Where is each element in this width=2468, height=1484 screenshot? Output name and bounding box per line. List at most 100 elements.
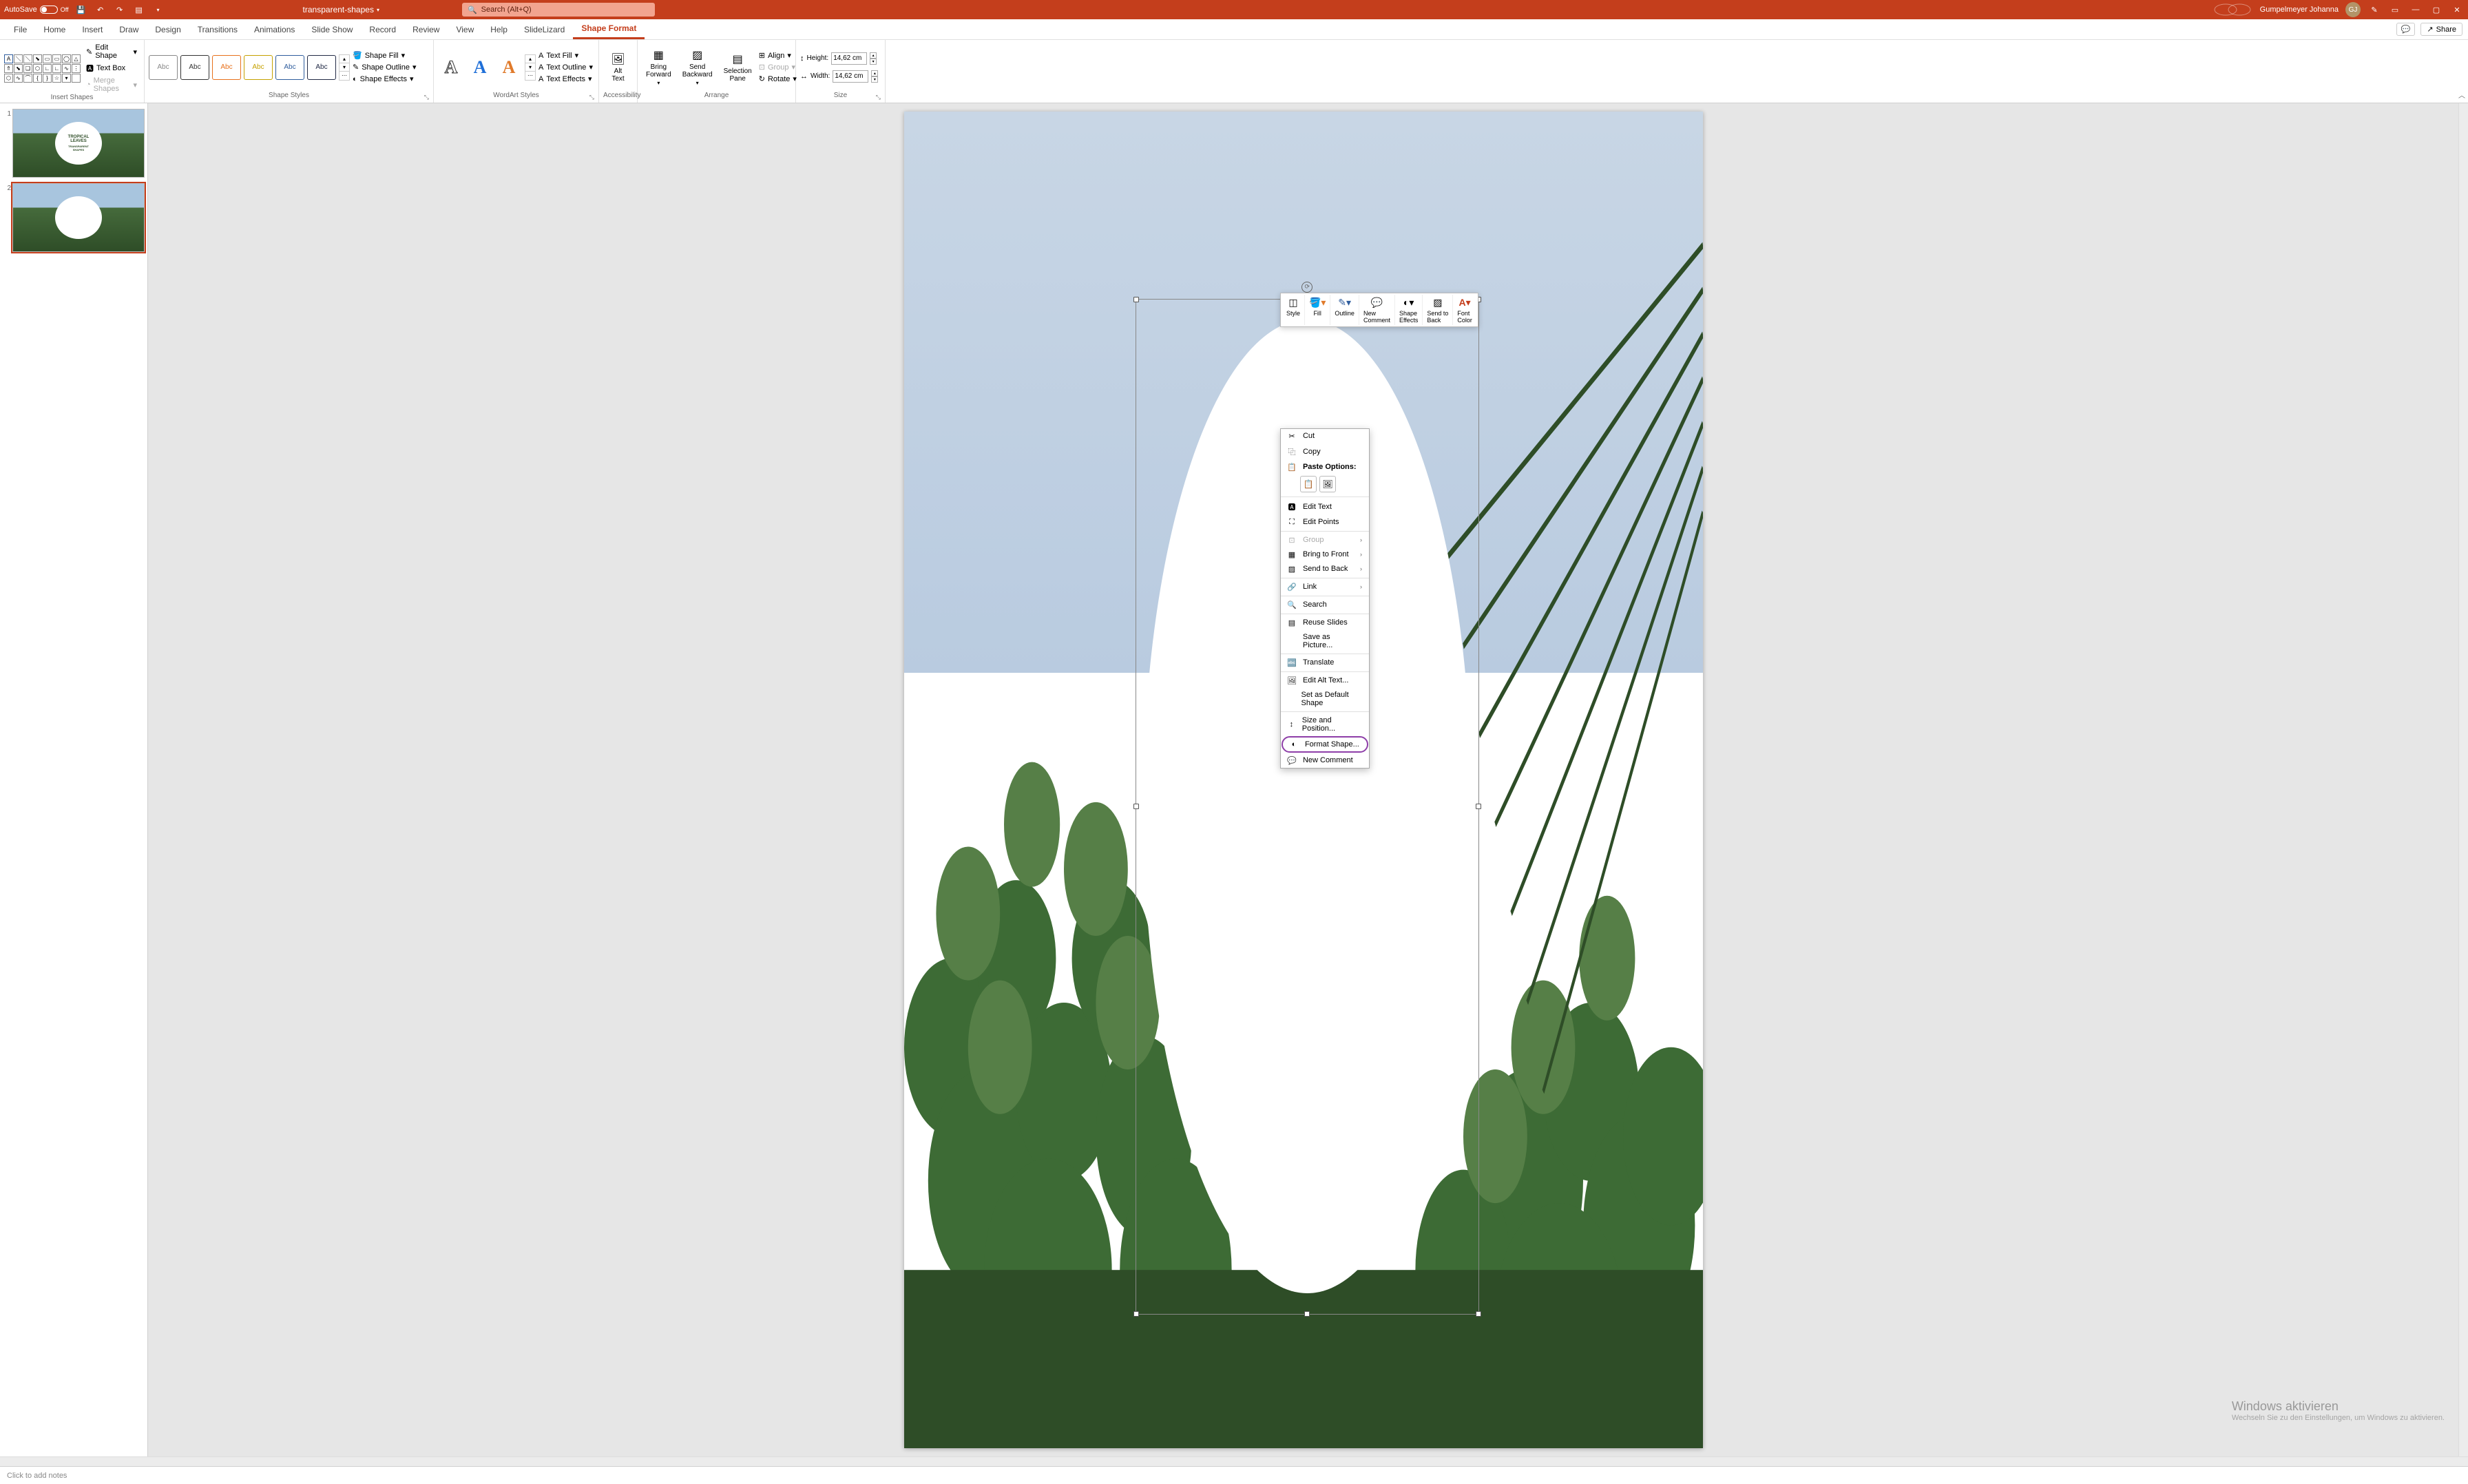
notes-pane[interactable]: Click to add notes [0,1466,2468,1484]
mini-fill-button[interactable]: 🪣▾Fill [1305,295,1330,325]
merge-shapes-button[interactable]: ◔ Merge Shapes ▾ [83,76,140,94]
ribbon-display-icon[interactable]: ▭ [2388,3,2402,17]
ctx-search[interactable]: 🔍Search [1281,598,1369,612]
ctx-format-shape[interactable]: ◐Format Shape... [1282,736,1368,753]
redo-icon[interactable]: ↷ [113,3,127,17]
save-icon[interactable]: 💾 [74,3,88,17]
style-swatch[interactable]: Abc [149,55,178,80]
tab-review[interactable]: Review [404,19,448,39]
shape-gallery[interactable]: A＼＼⬊▭▭◯△ ⇑⬊❏⬡∟∟∿⋮ ⬡∿⌒{}☆▾ [4,54,81,83]
tab-draw[interactable]: Draw [111,19,147,39]
rotate-button[interactable]: ↻ Rotate ▾ [759,74,797,83]
resize-handle[interactable] [1476,804,1481,809]
ctx-send-back[interactable]: ▨Send to Back› [1281,562,1369,576]
paste-keep-formatting[interactable]: 📋 [1300,476,1317,492]
minimize-icon[interactable]: — [2409,3,2423,17]
slide-editor-area[interactable]: ⟳ ◫Style 🪣▾Fill ✎▾Outline 💬New Comment ◐… [148,103,2458,1456]
paste-picture[interactable]: 🖼 [1319,476,1336,492]
wordart-gallery-nav[interactable]: ▴▾⋯ [525,54,536,81]
ctx-alt-text[interactable]: 🖼Edit Alt Text... [1281,673,1369,688]
resize-handle[interactable] [1133,804,1139,809]
wordart-swatch[interactable]: A [496,55,522,80]
ctx-size-position[interactable]: ↕Size and Position... [1281,713,1369,735]
alt-text-button[interactable]: 🖼Alt Text [607,52,629,83]
send-backward-button[interactable]: ▨Send Backward▾ [678,48,717,86]
ctx-edit-text[interactable]: 🅰Edit Text [1281,499,1369,515]
tab-shape-format[interactable]: Shape Format [573,19,645,39]
width-spin[interactable]: ▴▾ [871,70,878,83]
autosave-toggle[interactable] [40,6,58,14]
user-avatar[interactable]: GJ [2345,2,2361,17]
launcher-icon[interactable]: ⤡ [589,94,594,101]
resize-handle[interactable] [1133,297,1139,302]
ctx-edit-points[interactable]: ⛶Edit Points [1281,515,1369,530]
tab-design[interactable]: Design [147,19,189,39]
document-title[interactable]: transparent-shapes ▾ [303,5,379,14]
rotation-handle[interactable]: ⟳ [1301,282,1313,293]
resize-handle[interactable] [1476,1311,1481,1317]
thumbnail-row[interactable]: 1 TROPICAL LEAVESTRANSPARENT SHAPES [3,109,145,178]
ctx-translate[interactable]: 🔤Translate [1281,656,1369,670]
search-box[interactable]: 🔍 Search (Alt+Q) [462,3,655,17]
wordart-gallery[interactable]: A A A [438,55,522,80]
ctx-set-default[interactable]: Set as Default Shape [1281,688,1369,710]
style-swatch[interactable]: Abc [212,55,241,80]
undo-icon[interactable]: ↶ [94,3,107,17]
height-input[interactable] [831,52,867,65]
tab-slidelizard[interactable]: SlideLizard [516,19,573,39]
style-swatch[interactable]: Abc [244,55,273,80]
mini-style-button[interactable]: ◫Style [1282,295,1305,325]
shape-outline-button[interactable]: ✎ Shape Outline ▾ [353,63,416,72]
resize-handle[interactable] [1304,1311,1310,1317]
align-button[interactable]: ⊞ Align ▾ [759,51,797,60]
ctx-copy[interactable]: ⿻Copy [1281,443,1369,460]
comments-button[interactable]: 💬 [2396,23,2416,36]
tab-file[interactable]: File [6,19,35,39]
edit-shape-button[interactable]: ✎ Edit Shape ▾ [83,43,140,61]
ribbon-collapse-icon[interactable]: ︿ [2458,90,2465,100]
mini-outline-button[interactable]: ✎▾Outline [1330,295,1359,325]
pen-icon[interactable]: ✎ [2367,3,2381,17]
tab-home[interactable]: Home [35,19,74,39]
ctx-reuse-slides[interactable]: ▤Reuse Slides [1281,616,1369,630]
maximize-icon[interactable]: ▢ [2429,3,2443,17]
launcher-icon[interactable]: ⤡ [424,94,429,101]
shape-fill-button[interactable]: 🪣 Shape Fill ▾ [353,51,416,60]
shape-style-gallery[interactable]: Abc Abc Abc Abc Abc Abc [149,55,336,80]
ctx-link[interactable]: 🔗Link› [1281,580,1369,594]
text-outline-button[interactable]: A Text Outline ▾ [538,63,593,72]
ctx-new-comment[interactable]: 💬New Comment [1281,753,1369,768]
mini-shape-effects-button[interactable]: ◐▾Shape Effects [1395,295,1423,325]
wordart-swatch[interactable]: A [467,55,493,80]
thumbnail-row[interactable]: 2 [3,183,145,252]
text-effects-button[interactable]: A Text Effects ▾ [538,74,593,83]
horizontal-scrollbar[interactable] [0,1456,2468,1466]
text-fill-button[interactable]: A Text Fill ▾ [538,51,593,60]
style-swatch[interactable]: Abc [307,55,336,80]
ctx-cut[interactable]: ✂Cut [1281,429,1369,443]
tab-record[interactable]: Record [361,19,404,39]
resize-handle[interactable] [1133,1311,1139,1317]
tab-view[interactable]: View [448,19,482,39]
from-beginning-icon[interactable]: ▤ [132,3,146,17]
group-button[interactable]: ⊡ Group ▾ [759,63,797,72]
close-icon[interactable]: ✕ [2450,3,2464,17]
style-gallery-nav[interactable]: ▴▾⋯ [339,54,350,81]
height-spin[interactable]: ▴▾ [870,52,877,65]
autosave-control[interactable]: AutoSave Off [4,6,69,14]
wordart-swatch[interactable]: A [438,55,464,80]
vertical-scrollbar[interactable] [2458,103,2468,1456]
slide-thumbnail-2[interactable] [12,183,145,252]
shape-effects-button[interactable]: ◐ Shape Effects ▾ [353,74,416,83]
width-input[interactable] [833,70,868,83]
mini-new-comment-button[interactable]: 💬New Comment [1359,295,1395,325]
tab-animations[interactable]: Animations [246,19,303,39]
qat-more-icon[interactable]: ▾ [151,3,165,17]
mini-send-back-button[interactable]: ▨Send to Back [1423,295,1453,325]
slide-thumbnails-panel[interactable]: 1 TROPICAL LEAVESTRANSPARENT SHAPES 2 [0,103,148,1456]
tab-slideshow[interactable]: Slide Show [303,19,361,39]
slide-thumbnail-1[interactable]: TROPICAL LEAVESTRANSPARENT SHAPES [12,109,145,178]
bring-forward-button[interactable]: ▦Bring Forward▾ [642,48,676,86]
launcher-icon[interactable]: ⤡ [876,94,881,101]
tab-transitions[interactable]: Transitions [189,19,246,39]
